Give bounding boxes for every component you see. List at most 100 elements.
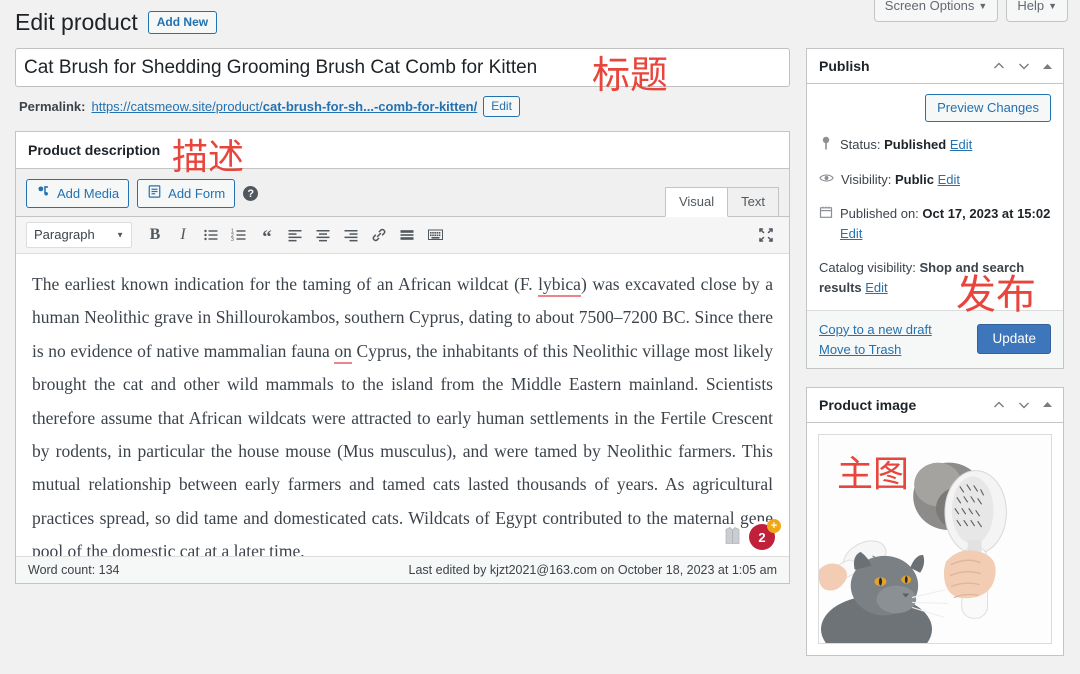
editor-paragraph: The earliest known indication for the ta… [32,268,773,556]
publish-panel: Publish Preview Changes Status: Publishe… [806,48,1064,369]
move-down-icon[interactable] [1017,59,1031,73]
permalink-label: Permalink: [19,99,86,114]
status-text: Status: Published Edit [840,135,972,155]
editor-top-toolbar: Add Media Add Form ? Visual Text [16,169,789,217]
chevron-down-icon: ▼ [978,1,988,11]
move-to-trash-link[interactable]: Move to Trash [819,342,932,357]
preview-changes-button[interactable]: Preview Changes [925,94,1051,122]
last-edited: Last edited by kjzt2021@163.com on Octob… [408,563,777,577]
product-image-panel-title: Product image [819,396,917,413]
published-on-row: Published on: Oct 17, 2023 at 15:02 Edit [819,204,1051,244]
toggle-panel-icon[interactable] [1042,399,1053,410]
add-media-button[interactable]: Add Media [26,179,130,208]
align-center-icon[interactable] [310,223,336,247]
move-up-icon[interactable] [992,59,1006,73]
status-value: Published [884,137,947,152]
read-more-icon[interactable] [394,223,420,247]
page-heading-row: Edit product Add New [15,8,218,38]
edit-permalink-button[interactable]: Edit [483,96,520,117]
visibility-text: Visibility: Public Edit [841,170,960,190]
bulleted-list-icon[interactable] [198,223,224,247]
notification-count: 2 [758,529,766,545]
product-title-input[interactable] [15,48,790,87]
editor-format-toolbar: Paragraph ▼ B I 1 2 3 “ [16,217,789,254]
media-icon [36,184,51,202]
help-label: Help [1017,0,1045,13]
product-image-panel-controls [992,398,1053,412]
body-text-part-1: The earliest known indication for the ta… [32,274,539,294]
add-new-button[interactable]: Add New [147,11,218,35]
update-button[interactable]: Update [977,324,1051,355]
product-image-panel-header: Product image [807,388,1063,423]
editor-content-area[interactable]: The earliest known indication for the ta… [16,254,789,556]
toggle-panel-icon[interactable] [1042,61,1053,72]
publish-panel-body: Preview Changes Status: Published Edit V… [807,84,1063,310]
garment-icon[interactable] [724,526,741,548]
visibility-row: Visibility: Public Edit [819,170,1051,191]
bold-icon[interactable]: B [142,223,168,247]
align-left-icon[interactable] [282,223,308,247]
product-description-metabox: Product description Add Media Add Form ?… [15,131,790,584]
edit-status-link[interactable]: Edit [950,137,972,152]
permalink-row: Permalink: https://catsmeow.site/product… [15,96,790,117]
help-icon[interactable]: ? [243,186,259,201]
blockquote-icon[interactable]: “ [254,223,280,247]
publish-panel-title: Publish [819,58,870,74]
edit-published-link[interactable]: Edit [840,226,862,241]
publish-panel-controls [992,59,1053,73]
italic-icon[interactable]: I [170,223,196,247]
eye-icon [819,171,834,191]
editor-status-bar: Word count: 134 Last edited by kjzt2021@… [16,556,789,583]
product-featured-image[interactable]: 主图 [818,433,1052,644]
chevron-down-icon: ▼ [1048,1,1057,11]
help-button[interactable]: Help ▼ [1006,0,1068,23]
chevron-down-icon: ▼ [116,230,124,240]
screen-options-button[interactable]: Screen Options ▼ [873,0,999,23]
product-description-title: Product description [28,142,161,158]
svg-text:3: 3 [231,237,234,243]
tab-text[interactable]: Text [727,187,779,216]
published-on-text: Published on: Oct 17, 2023 at 15:02 Edit [840,204,1051,244]
align-right-icon[interactable] [338,223,364,247]
product-description-header: Product description [16,132,789,169]
visibility-value: Public [894,172,934,188]
permalink-base: https://catsmeow.site/product/ [91,99,263,114]
page-title: Edit product [15,9,138,35]
toolbar-toggle-icon[interactable] [422,223,448,247]
catalog-label: Catalog visibility: [819,259,916,275]
notification-badge[interactable]: 2 + [749,519,781,550]
numbered-list-icon[interactable]: 1 2 3 [226,223,252,247]
status-row: Status: Published Edit [819,135,1051,157]
word-count: Word count: 134 [28,563,120,577]
move-down-icon[interactable] [1017,398,1031,412]
permalink-slug: cat-brush-for-sh...-comb-for-kitten/ [262,99,478,114]
calendar-icon [819,205,833,225]
edit-visibility-link[interactable]: Edit [938,172,960,187]
spellcheck-word-on: on [334,340,352,364]
permalink-link[interactable]: https://catsmeow.site/product/cat-brush-… [91,99,477,114]
published-label: Published on: [840,206,919,222]
pin-icon [819,136,833,157]
copy-to-new-draft-link[interactable]: Copy to a new draft [819,322,932,337]
link-icon[interactable] [366,223,392,247]
tab-visual[interactable]: Visual [664,187,729,217]
distraction-free-icon[interactable] [753,223,779,247]
spellcheck-word-lybica: lybica [538,274,581,297]
plus-icon: + [767,519,781,533]
publish-action-links: Copy to a new draft Move to Trash [819,322,932,357]
main-column: Permalink: https://catsmeow.site/product… [15,48,790,584]
product-image-body: 主图 [807,423,1063,655]
move-up-icon[interactable] [992,398,1006,412]
paragraph-format-value: Paragraph [34,227,95,242]
form-icon [147,184,162,202]
paragraph-format-select[interactable]: Paragraph ▼ [26,222,132,248]
add-media-label: Add Media [57,185,120,201]
publish-actions: Copy to a new draft Move to Trash Update [807,309,1063,368]
add-form-button[interactable]: Add Form [137,179,236,208]
edit-catalog-link[interactable]: Edit [865,280,887,295]
screen-options-label: Screen Options [884,0,975,13]
preview-row: Preview Changes [819,94,1051,122]
published-value: Oct 17, 2023 at 15:02 [922,206,1051,222]
media-buttons-group: Add Media Add Form ? [26,179,259,216]
editor-mode-tabs: Visual Text [664,187,779,217]
